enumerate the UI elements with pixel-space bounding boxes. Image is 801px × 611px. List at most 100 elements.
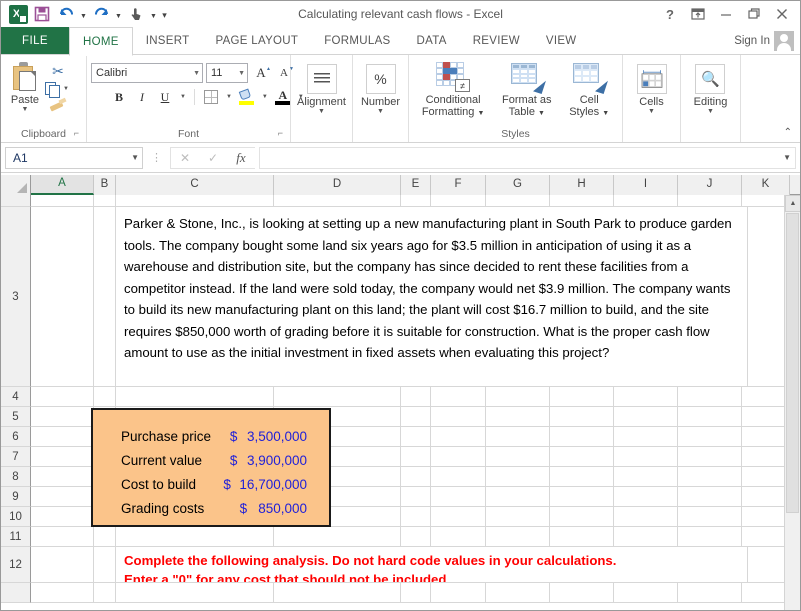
cell[interactable] bbox=[431, 447, 486, 467]
data-input-box[interactable]: Purchase price $ 3,500,000 Current value… bbox=[91, 408, 331, 527]
cell[interactable] bbox=[550, 427, 614, 447]
column-header-c[interactable]: C bbox=[116, 175, 274, 195]
cell[interactable] bbox=[486, 195, 550, 207]
tab-formulas[interactable]: FORMULAS bbox=[311, 27, 403, 55]
fat-dropdown-caret[interactable]: ▼ bbox=[538, 110, 545, 117]
cell[interactable] bbox=[274, 583, 401, 603]
cell[interactable] bbox=[486, 407, 550, 427]
cell[interactable] bbox=[678, 195, 742, 207]
cell[interactable] bbox=[31, 195, 94, 207]
sign-in-button[interactable]: Sign In bbox=[734, 27, 800, 55]
formula-bar-expand-caret[interactable]: ▼ bbox=[783, 153, 791, 162]
cell[interactable] bbox=[401, 407, 431, 427]
cell[interactable] bbox=[550, 447, 614, 467]
cancel-icon[interactable]: ✕ bbox=[171, 148, 199, 168]
data-row-grading-costs[interactable]: Grading costs $ 850,000 bbox=[93, 496, 329, 520]
tab-data[interactable]: DATA bbox=[404, 27, 460, 55]
minimize-icon[interactable] bbox=[712, 2, 740, 26]
data-row-current-value[interactable]: Current value $ 3,900,000 bbox=[93, 448, 329, 472]
column-header-j[interactable]: J bbox=[678, 175, 742, 195]
font-name-caret[interactable]: ▼ bbox=[191, 70, 200, 77]
undo-icon[interactable] bbox=[55, 4, 77, 24]
font-dialog-launcher[interactable]: ⌐ bbox=[278, 126, 283, 141]
clipboard-dialog-launcher[interactable]: ⌐ bbox=[74, 126, 79, 141]
touch-mouse-mode-icon[interactable] bbox=[125, 4, 147, 24]
cell[interactable] bbox=[678, 507, 742, 527]
alignment-button[interactable]: Alignment ▼ bbox=[295, 58, 348, 115]
font-color-button[interactable]: A bbox=[273, 87, 293, 107]
cell[interactable] bbox=[486, 467, 550, 487]
data-row-purchase-price[interactable]: Purchase price $ 3,500,000 bbox=[93, 424, 329, 448]
cell[interactable] bbox=[614, 487, 678, 507]
cell[interactable] bbox=[614, 195, 678, 207]
cell[interactable] bbox=[678, 407, 742, 427]
cs-dropdown-caret[interactable]: ▼ bbox=[602, 110, 609, 117]
cell[interactable] bbox=[678, 487, 742, 507]
column-header-b[interactable]: B bbox=[94, 175, 116, 195]
insert-function-icon[interactable]: fx bbox=[227, 148, 255, 168]
cell[interactable] bbox=[94, 547, 116, 583]
cell[interactable] bbox=[401, 447, 431, 467]
cell[interactable] bbox=[742, 487, 790, 507]
fill-color-button[interactable] bbox=[237, 87, 257, 107]
cell[interactable] bbox=[486, 527, 550, 547]
cell[interactable] bbox=[614, 467, 678, 487]
row-header-8[interactable]: 8 bbox=[1, 467, 31, 487]
tab-home[interactable]: HOME bbox=[69, 27, 133, 56]
row-header-4[interactable]: 4 bbox=[1, 387, 31, 407]
cell[interactable] bbox=[431, 467, 486, 487]
cell[interactable] bbox=[401, 507, 431, 527]
cell-question-text[interactable]: Parker & Stone, Inc., is looking at sett… bbox=[116, 207, 748, 387]
cell[interactable] bbox=[401, 487, 431, 507]
cell[interactable] bbox=[614, 427, 678, 447]
excel-logo-icon[interactable]: X bbox=[7, 4, 29, 24]
cell[interactable] bbox=[742, 583, 790, 603]
cell[interactable] bbox=[742, 407, 790, 427]
cf-dropdown-caret[interactable]: ▼ bbox=[477, 110, 484, 117]
cell[interactable] bbox=[94, 583, 116, 603]
ribbon-display-options-icon[interactable] bbox=[684, 2, 712, 26]
number-dropdown-caret[interactable]: ▼ bbox=[377, 108, 384, 115]
cell[interactable] bbox=[550, 583, 614, 603]
cell[interactable] bbox=[678, 527, 742, 547]
cell[interactable] bbox=[31, 547, 94, 583]
name-box[interactable]: A1 ▼ bbox=[5, 147, 143, 169]
cell-instructions[interactable]: Complete the following analysis. Do not … bbox=[116, 547, 748, 583]
cell[interactable] bbox=[614, 407, 678, 427]
column-header-e[interactable]: E bbox=[401, 175, 431, 195]
touch-mode-dropdown-caret[interactable]: ▼ bbox=[149, 4, 158, 24]
cells-dropdown-caret[interactable]: ▼ bbox=[648, 108, 655, 115]
cell[interactable] bbox=[550, 527, 614, 547]
cell[interactable] bbox=[550, 487, 614, 507]
cell[interactable] bbox=[431, 507, 486, 527]
cell[interactable] bbox=[94, 387, 116, 407]
cell[interactable] bbox=[678, 447, 742, 467]
cell[interactable] bbox=[401, 467, 431, 487]
restore-icon[interactable] bbox=[740, 2, 768, 26]
row-header-5[interactable]: 5 bbox=[1, 407, 31, 427]
cell[interactable] bbox=[401, 427, 431, 447]
editing-button[interactable]: 🔍 Editing ▼ bbox=[690, 58, 732, 115]
cell[interactable] bbox=[31, 507, 94, 527]
vertical-scrollbar[interactable]: ▲ bbox=[784, 195, 800, 610]
cell[interactable] bbox=[550, 407, 614, 427]
cell[interactable] bbox=[742, 467, 790, 487]
column-header-i[interactable]: I bbox=[614, 175, 678, 195]
cell[interactable] bbox=[94, 527, 116, 547]
tab-file[interactable]: FILE bbox=[1, 27, 69, 55]
cell[interactable] bbox=[94, 195, 116, 207]
tab-review[interactable]: REVIEW bbox=[460, 27, 533, 55]
cell[interactable] bbox=[742, 507, 790, 527]
conditional-formatting-button[interactable]: ≠ Conditional Formatting ▼ bbox=[418, 60, 489, 120]
cell[interactable] bbox=[742, 387, 790, 407]
bold-button[interactable]: B bbox=[109, 87, 129, 107]
row-header-partial-bottom[interactable] bbox=[1, 583, 31, 603]
paste-button[interactable]: Paste ▼ bbox=[5, 58, 45, 113]
cell[interactable] bbox=[614, 507, 678, 527]
vertical-scroll-thumb[interactable] bbox=[786, 213, 799, 513]
column-header-g[interactable]: G bbox=[486, 175, 550, 195]
cell[interactable] bbox=[486, 487, 550, 507]
underline-dropdown-caret[interactable]: ▼ bbox=[178, 94, 188, 100]
cell[interactable] bbox=[431, 527, 486, 547]
cell[interactable] bbox=[31, 407, 94, 427]
